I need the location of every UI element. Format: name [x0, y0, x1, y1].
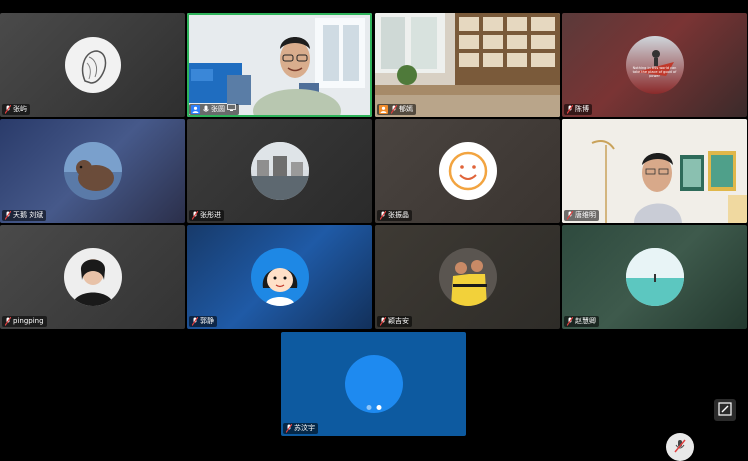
- video-tile-6[interactable]: 张彤进: [187, 119, 372, 223]
- avatar: [63, 248, 122, 306]
- participant-label: 郭静: [189, 316, 217, 327]
- microphone-muted-icon: [674, 438, 686, 457]
- avatar: [63, 142, 122, 200]
- participant-label: 颖吉安: [377, 316, 412, 327]
- avatar: [438, 248, 497, 306]
- annotate-button[interactable]: [714, 399, 736, 421]
- participant-label: 张圆: [189, 104, 239, 115]
- microphone-muted-icon: [566, 317, 573, 326]
- participant-label: 陈博: [564, 104, 592, 115]
- microphone-muted-icon: [4, 211, 11, 220]
- microphone-muted-icon: [566, 105, 573, 114]
- avatar: [438, 142, 497, 200]
- participant-label: 唐维明: [564, 210, 599, 221]
- video-tile-4[interactable]: Nothing in this world can take the place…: [562, 13, 747, 117]
- video-tile-12[interactable]: 赵慧卿: [562, 225, 747, 329]
- avatar: [250, 142, 309, 200]
- video-tile-9[interactable]: pingping: [0, 225, 185, 329]
- video-tile-11[interactable]: 颖吉安: [375, 225, 560, 329]
- page-dot[interactable]: [366, 405, 371, 410]
- camera-feed: [562, 119, 747, 223]
- owner-icon: [379, 105, 388, 114]
- microphone-icon: [202, 105, 209, 114]
- host-icon: [191, 105, 200, 114]
- video-tile-13[interactable]: 苏汶宇: [281, 332, 466, 436]
- participant-label: 天鹅 刘斌: [2, 210, 47, 221]
- whiteboard-annotate-icon: [718, 401, 732, 420]
- microphone-muted-icon: [566, 211, 573, 220]
- avatar: [250, 248, 309, 306]
- participant-label: 张屿: [2, 104, 30, 115]
- microphone-muted-icon: [4, 317, 11, 326]
- microphone-muted-icon: [390, 105, 397, 114]
- video-tile-3[interactable]: 郁嫣: [375, 13, 560, 117]
- participant-label: 赵慧卿: [564, 316, 599, 327]
- microphone-muted-icon: [379, 211, 386, 220]
- camera-feed: [375, 13, 560, 117]
- participant-label: 郁嫣: [377, 104, 416, 115]
- video-tile-8[interactable]: 唐维明: [562, 119, 747, 223]
- participant-label: 苏汶宇: [283, 423, 318, 434]
- participant-label: pingping: [2, 316, 47, 327]
- avatar: Nothing in this world can take the place…: [625, 36, 684, 94]
- page-indicator: [366, 405, 381, 410]
- microphone-muted-icon: [191, 317, 198, 326]
- microphone-muted-icon: [285, 424, 292, 433]
- mute-toggle-button[interactable]: [666, 433, 694, 461]
- avatar: [625, 248, 684, 306]
- video-tile-5[interactable]: 天鹅 刘斌: [0, 119, 185, 223]
- participant-label: 张彤进: [189, 210, 224, 221]
- video-tile-7[interactable]: 张振晶: [375, 119, 560, 223]
- microphone-muted-icon: [4, 105, 11, 114]
- avatar: [64, 37, 121, 93]
- camera-feed: [187, 13, 372, 117]
- microphone-muted-icon: [379, 317, 386, 326]
- video-tile-1[interactable]: 张屿: [0, 13, 185, 117]
- microphone-muted-icon: [191, 211, 198, 220]
- video-tile-2[interactable]: 张圆: [187, 13, 372, 117]
- video-tile-10[interactable]: 郭静: [187, 225, 372, 329]
- page-dot-current[interactable]: [376, 405, 381, 410]
- participant-label: 张振晶: [377, 210, 412, 221]
- screen-share-icon: [227, 104, 236, 115]
